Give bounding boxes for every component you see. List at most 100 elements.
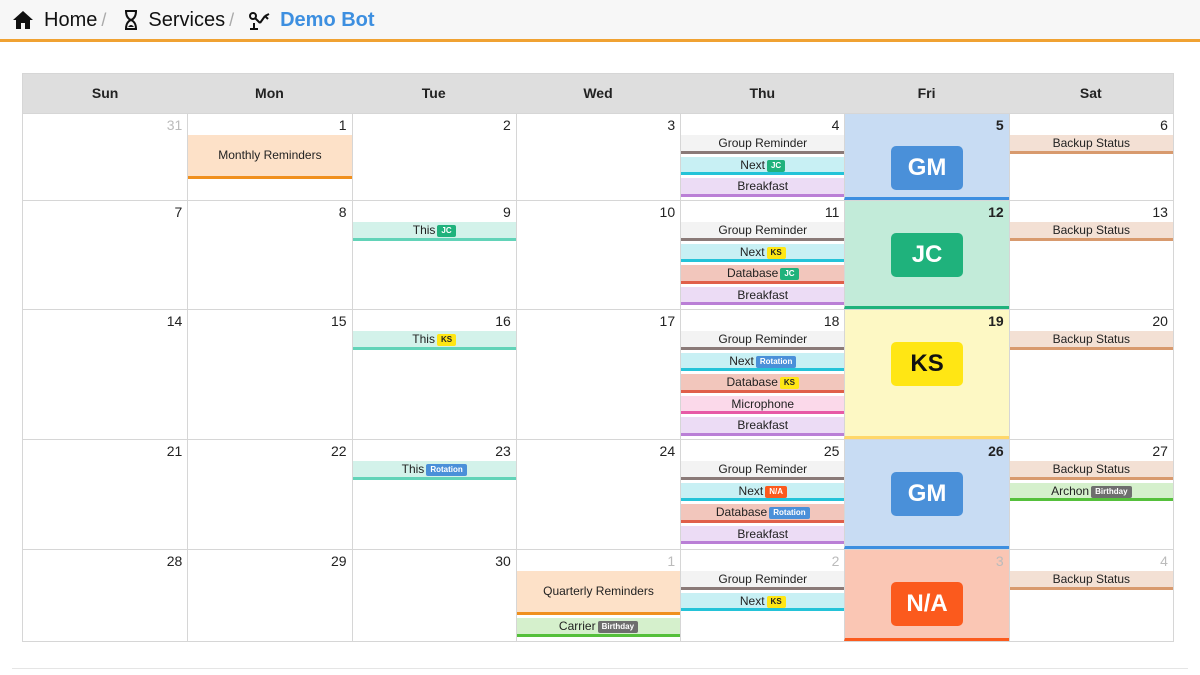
calendar-event[interactable]: Next KS (681, 592, 845, 611)
event-title: Next (738, 483, 764, 498)
calendar-event[interactable]: Group Reminder (681, 222, 845, 241)
calendar-event[interactable]: Next KS (681, 243, 845, 262)
calendar-day-cell[interactable]: 8 (187, 201, 351, 309)
breadcrumb: Home / Services / Demo Bot (12, 0, 375, 40)
calendar-day-cell[interactable]: 24 (515, 440, 680, 549)
day-number: 25 (823, 443, 840, 459)
calendar-day-cell[interactable]: 23 This Rotation (351, 440, 516, 549)
calendar-event[interactable]: Backup Status (1009, 461, 1173, 480)
calendar-event[interactable]: Breakfast (681, 178, 845, 197)
calendar-event[interactable]: Next Rotation (681, 352, 845, 371)
page-title: Demo Bot (280, 8, 375, 31)
calendar-day-cell[interactable]: 29 (187, 550, 351, 641)
event-title: Group Reminder (718, 332, 808, 346)
calendar-week: 21 22 23 This Rotation 24 25 Group Reminder Next… (23, 439, 1173, 549)
calendar-day-cell[interactable]: 3 (515, 114, 680, 200)
calendar-event[interactable]: Backup Status (1009, 222, 1173, 241)
event-title: Database (715, 505, 768, 519)
calendar-day-cell[interactable]: 4 Group Reminder Next JC Breakfast (680, 114, 845, 200)
day-events: Group Reminder Next Rotation Database KS Micr… (681, 331, 845, 439)
calendar-day-cell[interactable]: 22 (187, 440, 351, 549)
day-events: Backup Status Archon Birthday (1009, 461, 1173, 504)
calendar-event[interactable]: Next JC (681, 156, 845, 175)
event-tag: Rotation (769, 507, 810, 519)
day-number: 30 (495, 553, 511, 569)
calendar-day-cell[interactable]: 15 (187, 310, 351, 439)
calendar-day-cell[interactable]: 7 (23, 201, 187, 309)
calendar-day-cell[interactable]: 4 Backup Status (1008, 550, 1173, 641)
day-events: Backup Status (1009, 331, 1173, 353)
event-tag: KS (779, 377, 800, 389)
calendar-event[interactable]: Database Rotation (681, 504, 845, 523)
breadcrumb-separator: / (101, 9, 107, 30)
event-tag: JC (766, 159, 786, 172)
calendar-event[interactable]: Backup Status (1009, 135, 1173, 154)
calendar-day-cell[interactable]: 20 Backup Status (1008, 310, 1173, 439)
calendar-event[interactable]: Microphone (681, 395, 845, 414)
calendar-day-cell[interactable]: 5 GM (844, 114, 1009, 200)
event-title: This (412, 223, 436, 237)
calendar-day-cell[interactable]: 2 Group Reminder Next KS (680, 550, 845, 641)
calendar-day-cell[interactable]: 11 Group Reminder Next KS Database JC Breakfas… (680, 201, 845, 309)
calendar-event[interactable]: Breakfast (681, 417, 845, 436)
calendar-event[interactable]: Archon Birthday (1009, 482, 1173, 501)
calendar-event[interactable]: This KS (352, 331, 516, 350)
calendar-day-cell[interactable]: 30 (351, 550, 516, 641)
day-number: 18 (823, 313, 840, 329)
day-number: 16 (495, 313, 511, 329)
calendar-event[interactable]: This Rotation (352, 461, 516, 480)
event-title: Breakfast (737, 179, 789, 193)
calendar-day-cell[interactable]: 16 This KS (351, 310, 516, 439)
calendar-event[interactable]: This JC (352, 222, 516, 241)
event-title: Backup Status (1052, 462, 1131, 476)
calendar-day-cell[interactable]: 3 N/A (844, 550, 1009, 641)
calendar-day-cell[interactable]: 27 Backup Status Archon Birthday (1008, 440, 1173, 549)
breadcrumb-home-label: Home (44, 8, 98, 31)
calendar-event[interactable]: Breakfast (681, 286, 845, 305)
event-tag: Birthday (1091, 485, 1132, 498)
calendar-event[interactable]: Group Reminder (681, 135, 845, 154)
calendar-day-cell[interactable]: 31 (23, 114, 187, 200)
event-title: Microphone (731, 396, 795, 411)
calendar-week: 14 15 16 This KS 17 18 Group Reminder Next Rotati… (23, 309, 1173, 439)
calendar-event[interactable]: Group Reminder (681, 571, 845, 590)
calendar-day-cell[interactable]: 21 (23, 440, 187, 549)
day-number: 19 (988, 313, 1004, 329)
calendar-day-cell[interactable]: 26 GM (844, 440, 1009, 549)
calendar-day-cell[interactable]: 14 (23, 310, 187, 439)
calendar-event[interactable]: Group Reminder (681, 331, 845, 350)
calendar-day-cell[interactable]: 2 (351, 114, 516, 200)
calendar-day-cell[interactable]: 17 (515, 310, 680, 439)
day-events: This KS (352, 331, 516, 353)
calendar-event[interactable]: Database KS (681, 374, 845, 393)
calendar-day-cell[interactable]: 1 Monthly Reminders (187, 114, 352, 200)
calendar-day-cell[interactable]: 19 KS (844, 310, 1009, 439)
calendar-event[interactable]: Breakfast (681, 525, 845, 544)
calendar-day-cell[interactable]: 9 This JC (351, 201, 516, 309)
calendar-event[interactable]: Backup Status (1009, 331, 1173, 350)
breadcrumb-home[interactable]: Home (12, 9, 97, 32)
event-title: Group Reminder (718, 136, 808, 150)
calendar-week: 7 8 9 This JC 10 11 Group Reminder Next KS Databas… (23, 200, 1173, 309)
calendar-day-cell[interactable]: 13 Backup Status (1008, 201, 1173, 309)
event-title: This (401, 462, 425, 476)
calendar-day-cell[interactable]: 25 Group Reminder Next N/A Database Rotation B… (680, 440, 845, 549)
breadcrumb-services[interactable]: Services (124, 9, 225, 32)
calendar-event[interactable]: Backup Status (1009, 571, 1173, 590)
calendar-event[interactable]: Group Reminder (681, 461, 845, 480)
weekday-thu: Thu (749, 85, 776, 101)
calendar-event[interactable]: Next N/A (681, 482, 845, 501)
calendar-event[interactable]: Monthly Reminders (188, 135, 352, 179)
calendar-event[interactable]: Database JC (681, 265, 845, 284)
calendar-day-cell[interactable]: 10 (515, 201, 680, 309)
on-call-badge: JC (891, 233, 964, 277)
robot-arm-icon (248, 10, 270, 30)
home-icon (12, 10, 34, 30)
calendar-day-cell[interactable]: 12 JC (844, 201, 1009, 309)
calendar-event[interactable]: Quarterly Reminders (516, 571, 681, 615)
calendar-day-cell[interactable]: 28 (23, 550, 187, 641)
calendar-event[interactable]: Carrier Birthday (516, 618, 681, 637)
calendar-day-cell[interactable]: 1 Quarterly Reminders Carrier Birthday (515, 550, 681, 641)
calendar-day-cell[interactable]: 18 Group Reminder Next Rotation Database KS Mi… (680, 310, 845, 439)
calendar-day-cell[interactable]: 6 Backup Status (1008, 114, 1173, 200)
